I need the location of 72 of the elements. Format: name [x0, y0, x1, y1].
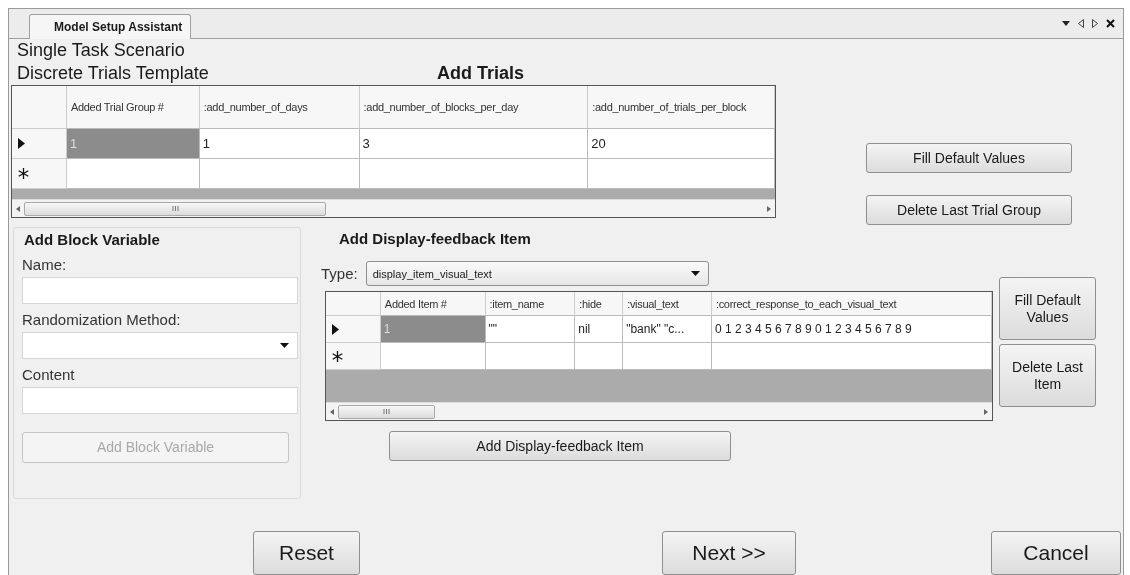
column-header[interactable]: Added Item #: [380, 292, 486, 316]
column-header[interactable]: :add_number_of_blocks_per_day: [359, 86, 589, 129]
table-cell[interactable]: [485, 343, 576, 370]
wizard-button[interactable]: Cancel: [991, 531, 1121, 575]
grid-action-button[interactable]: Fill Default Values: [866, 143, 1072, 173]
table-cell[interactable]: [588, 159, 775, 189]
row-header: [326, 292, 381, 316]
dropdown-caret-icon: [280, 343, 289, 348]
table-cell[interactable]: "": [485, 316, 576, 343]
data-grid[interactable]: Added Trial Group # :add_number_of_days :add_number_of_blocks_per_day :add_number_of_trials_per_block 1 1 3 20: [11, 85, 776, 218]
row-header[interactable]: [326, 316, 381, 343]
horizontal-scrollbar[interactable]: [12, 199, 775, 217]
table-cell[interactable]: [711, 343, 992, 370]
wizard-button[interactable]: Reset: [253, 531, 360, 575]
table-cell[interactable]: [623, 343, 712, 370]
dropdown-caret-icon: [690, 271, 700, 276]
grid-action-button[interactable]: Delete Last Trial Group: [866, 195, 1072, 225]
current-row-icon: [332, 323, 339, 335]
input-field[interactable]: [22, 387, 298, 414]
column-header[interactable]: Added Trial Group #: [66, 86, 200, 129]
type-dropdown[interactable]: display_item_visual_text: [365, 261, 709, 286]
dropdown-field[interactable]: [22, 332, 298, 359]
horizontal-scrollbar[interactable]: [326, 402, 992, 420]
scroll-thumb[interactable]: [338, 404, 435, 419]
input-field[interactable]: [22, 277, 298, 304]
current-row-icon: [18, 138, 25, 149]
grip-icon: [383, 409, 390, 414]
add-item-button[interactable]: Add Display-feedback Item: [389, 431, 731, 461]
column-header[interactable]: :visual_text: [623, 292, 712, 316]
grip-icon: [171, 206, 179, 211]
field-label: Randomization Method:: [22, 310, 182, 330]
column-header[interactable]: :correct_response_to_each_visual_text: [711, 292, 992, 316]
scroll-left-icon: [330, 408, 334, 415]
table-cell[interactable]: "bank" "c...: [623, 316, 712, 343]
asterisk-icon: [332, 350, 343, 362]
table-cell[interactable]: nil: [575, 316, 624, 343]
table-cell[interactable]: 3: [359, 129, 589, 159]
table-cell[interactable]: [575, 343, 624, 370]
table-cell[interactable]: [199, 159, 360, 189]
column-header[interactable]: :add_number_of_days: [199, 86, 360, 129]
table-cell[interactable]: [66, 159, 200, 189]
table-cell[interactable]: [380, 343, 486, 370]
dropdown-icon: [1062, 21, 1070, 26]
tab[interactable]: Model Setup Assistant: [29, 14, 192, 39]
scroll-thumb[interactable]: [24, 201, 326, 216]
field-label: Name:: [22, 255, 68, 275]
column-header[interactable]: :add_number_of_trials_per_block: [588, 86, 775, 129]
group-title: Add Display-feedback Item: [339, 229, 532, 249]
table-cell[interactable]: 0 1 2 3 4 5 6 7 8 9 0 1 2 3 4 5 6 7 8 9: [711, 316, 992, 343]
field-label: Type:: [321, 265, 358, 282]
wizard-button[interactable]: Next >>: [662, 531, 796, 575]
scenario-text: Single Task Scenario: [17, 39, 186, 62]
row-header[interactable]: [12, 129, 67, 159]
grid-action-button[interactable]: Fill Default Values: [999, 277, 1096, 340]
section-title: Add Trials: [437, 62, 525, 85]
group-title: Add Block Variable: [23, 230, 161, 249]
scenario-text: Discrete Trials Template: [17, 62, 210, 85]
scroll-right-icon: [1092, 19, 1098, 28]
asterisk-icon: [18, 168, 29, 179]
column-header[interactable]: :item_name: [485, 292, 576, 316]
table-cell[interactable]: [359, 159, 589, 189]
scroll-left-icon: [16, 205, 20, 212]
table-cell[interactable]: 20: [588, 129, 775, 159]
field-label: Content: [22, 365, 76, 385]
scroll-right-icon: [767, 205, 771, 212]
table-cell[interactable]: 1: [199, 129, 360, 159]
scroll-right-icon: [984, 408, 988, 415]
data-grid[interactable]: Added Item # :item_name :hide :visual_text :correct_response_to_each_visual_text 1 "" nil "bank" "c... 0 1 2 3 4 5 6 7 8 9 0 1 2 3 4 5 6 7 8 9: [325, 291, 993, 421]
column-header[interactable]: :hide: [575, 292, 624, 316]
close-icon: [1106, 19, 1115, 28]
scroll-left-icon: [1078, 19, 1084, 28]
grid-action-button[interactable]: Delete Last Item: [999, 344, 1096, 407]
